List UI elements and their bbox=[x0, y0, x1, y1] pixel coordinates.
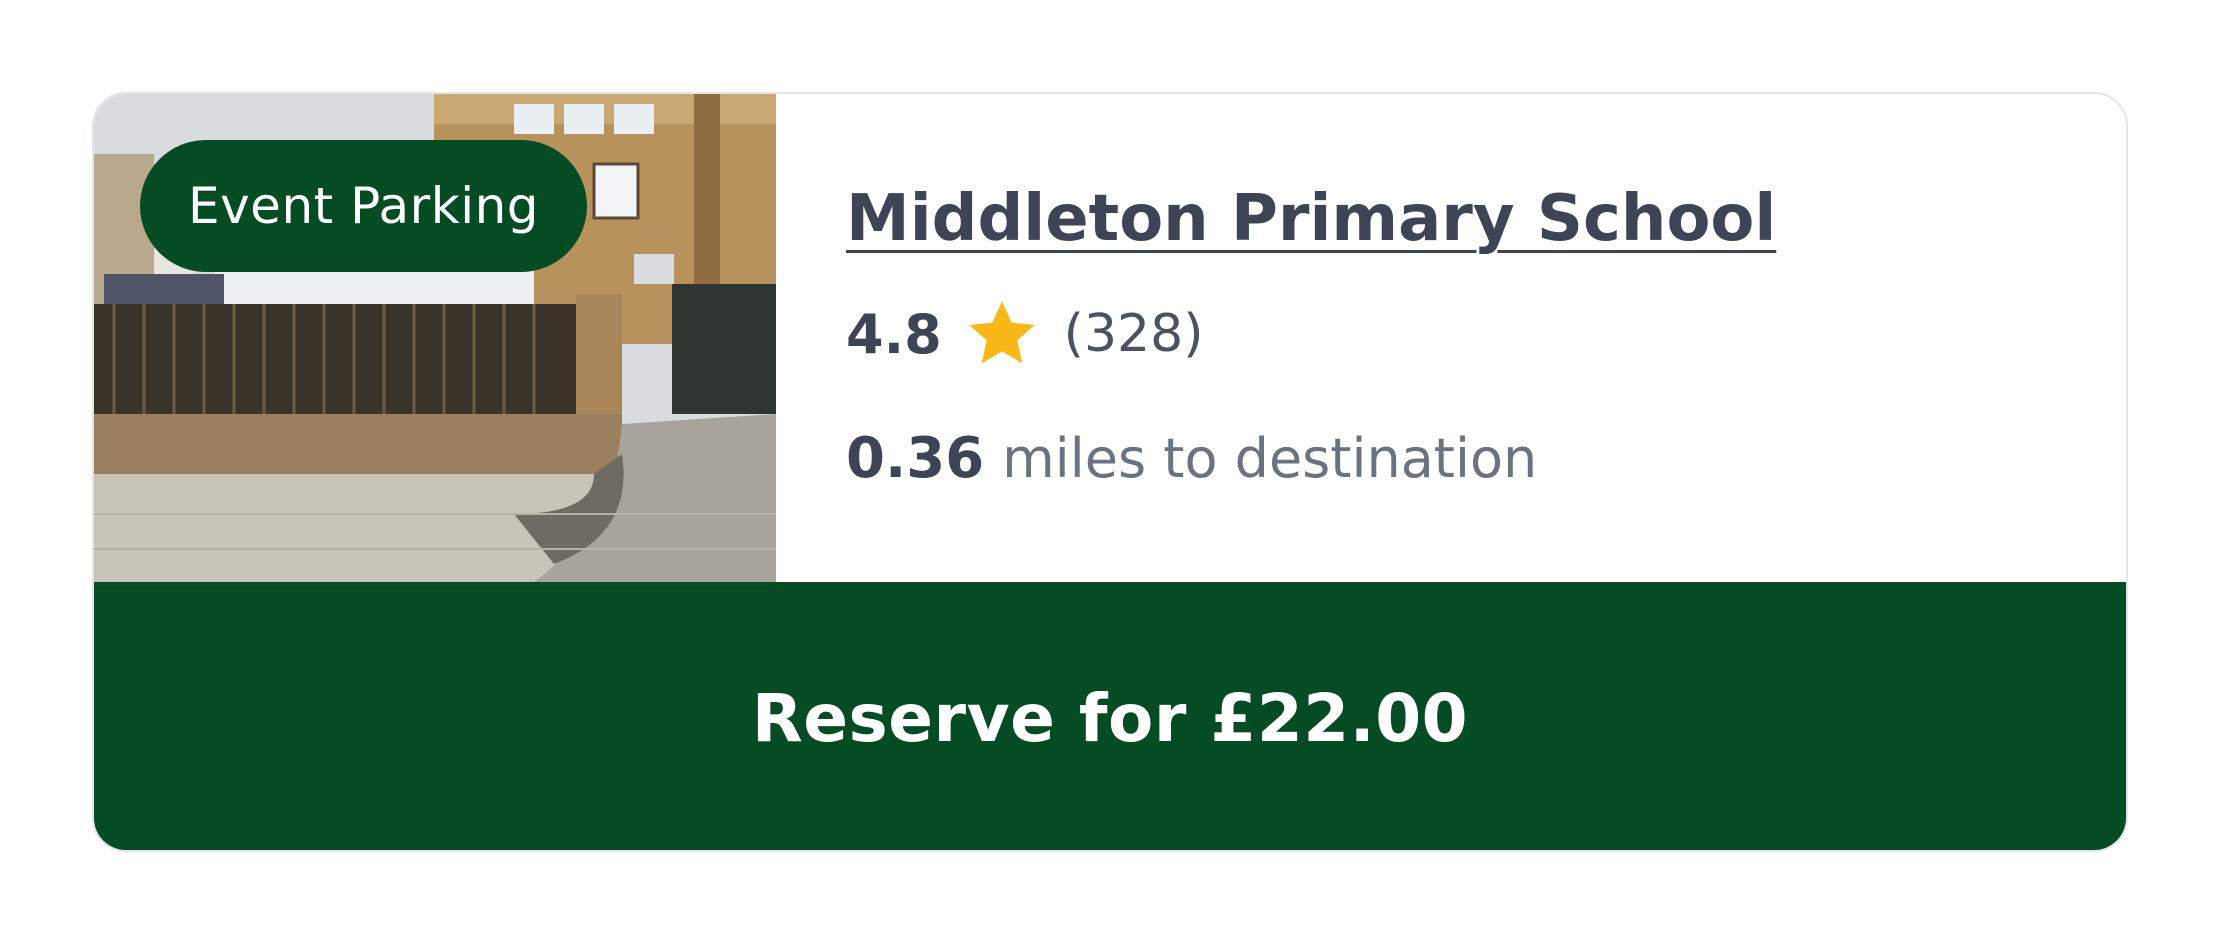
distance-value: 0.36 bbox=[846, 426, 985, 491]
distance-label: miles to destination bbox=[1002, 427, 1538, 490]
distance-row: 0.36 miles to destination bbox=[846, 426, 1537, 491]
event-parking-badge: Event Parking bbox=[140, 140, 588, 272]
reserve-button[interactable]: Reserve for £22.00 bbox=[94, 582, 2126, 850]
rating-row: 4.8 (328) bbox=[846, 294, 1204, 374]
location-photo[interactable]: Event Parking bbox=[94, 94, 776, 582]
parking-listing-card[interactable]: Event Parking Middleton Primary School 4… bbox=[92, 92, 2128, 852]
listing-info: Middleton Primary School 4.8 (328) 0.36 m… bbox=[846, 94, 2126, 582]
star-icon bbox=[962, 294, 1042, 374]
listing-title-link[interactable]: Middleton Primary School bbox=[846, 182, 1776, 256]
review-count: (328) bbox=[1063, 304, 1204, 364]
rating-value: 4.8 bbox=[846, 302, 942, 366]
listing-details: Event Parking Middleton Primary School 4… bbox=[94, 94, 2126, 582]
